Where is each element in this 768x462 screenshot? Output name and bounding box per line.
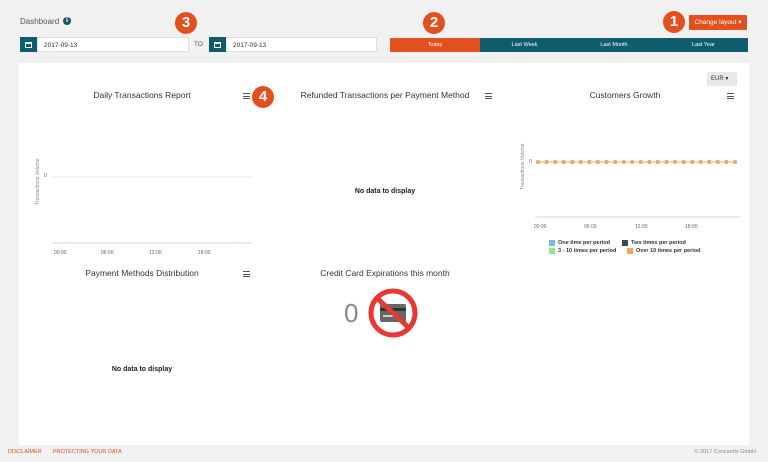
payment-chart-menu-icon[interactable] xyxy=(243,271,250,277)
daily-chart-plot xyxy=(52,176,252,244)
refunded-transactions-title: Refunded Transactions per Payment Method xyxy=(300,90,470,100)
series-point[interactable] xyxy=(716,160,720,164)
series-point[interactable] xyxy=(536,160,540,164)
payment-no-data: No data to display xyxy=(111,366,173,373)
info-icon[interactable]: i xyxy=(63,17,71,25)
legend-swatch xyxy=(622,240,628,246)
daily-x-tick: 12:00 xyxy=(149,250,162,256)
date-to-value: 2017-09-13 xyxy=(233,42,267,49)
step-badge-1: 1 xyxy=(663,11,685,33)
credit-card-expirations-title: Credit Card Expirations this month xyxy=(320,268,450,278)
copyright-text: © 2017 Concardis GmbH xyxy=(694,449,756,455)
credit-card-expirations-count: 0 xyxy=(344,298,359,328)
series-point[interactable] xyxy=(647,160,651,164)
dashboard-panel xyxy=(19,63,749,445)
series-point[interactable] xyxy=(622,160,626,164)
legend-item[interactable]: 3 - 10 times per period xyxy=(549,248,616,254)
series-point[interactable] xyxy=(673,160,677,164)
refunded-chart-menu-icon[interactable] xyxy=(485,93,492,99)
legend-item[interactable]: Two times per period xyxy=(622,240,686,246)
legend-label: 3 - 10 times per period xyxy=(558,248,617,254)
legend-item[interactable]: One time per period xyxy=(549,240,610,246)
customers-y-tick: 0 xyxy=(529,159,532,165)
currency-value: EUR xyxy=(711,76,724,82)
legend-label: Over 10 times per period xyxy=(636,248,701,254)
step-badge-3: 3 xyxy=(175,12,197,34)
calendar-icon[interactable] xyxy=(20,37,37,52)
customers-growth-title: Customers Growth xyxy=(589,90,661,100)
legend-swatch xyxy=(549,248,555,254)
customers-chart-menu-icon[interactable] xyxy=(727,93,734,99)
daily-y-axis-title: Transactions Volume xyxy=(35,158,41,205)
series-point[interactable] xyxy=(562,160,566,164)
daily-x-tick: 18:00 xyxy=(198,250,211,256)
change-layout-button[interactable]: Change layout ▾ xyxy=(689,15,747,30)
series-point[interactable] xyxy=(579,160,583,164)
series-point[interactable] xyxy=(690,160,694,164)
step-badge-4: 4 xyxy=(252,86,274,108)
series-point[interactable] xyxy=(656,160,660,164)
legend-swatch xyxy=(549,240,555,246)
date-to-field[interactable]: 2017-09-13 xyxy=(226,37,377,52)
date-from-field[interactable]: 2017-09-13 xyxy=(37,37,189,52)
no-credit-card-icon xyxy=(368,288,418,338)
protecting-data-link[interactable]: PROTECTING YOUR DATA xyxy=(53,449,122,455)
daily-transactions-title: Daily Transactions Report xyxy=(93,90,191,100)
daily-y-tick: 0 xyxy=(44,173,47,179)
date-from-value: 2017-09-13 xyxy=(44,42,78,49)
daily-chart-menu-icon[interactable] xyxy=(243,93,250,99)
series-point[interactable] xyxy=(682,160,686,164)
customers-x-tick: 18:00 xyxy=(685,224,698,230)
range-last-year-button[interactable]: Last Year xyxy=(659,38,748,52)
series-point[interactable] xyxy=(707,160,711,164)
payment-methods-title: Payment Methods Distribution xyxy=(85,268,199,278)
series-point[interactable] xyxy=(724,160,729,164)
series-point[interactable] xyxy=(699,160,703,164)
refunded-no-data: No data to display xyxy=(354,188,416,195)
series-point[interactable] xyxy=(604,160,609,164)
series-point[interactable] xyxy=(570,160,574,164)
series-point[interactable] xyxy=(553,160,557,164)
series-point[interactable] xyxy=(544,160,549,164)
step-badge-2: 2 xyxy=(423,12,445,34)
legend-item[interactable]: Over 10 times per period xyxy=(627,248,701,254)
legend-label: One time per period xyxy=(558,240,610,246)
customers-x-tick: 00:00 xyxy=(534,224,547,230)
series-point[interactable] xyxy=(630,160,634,164)
to-label: TO xyxy=(194,41,203,48)
daily-x-tick: 00:00 xyxy=(54,250,67,256)
customers-x-tick: 06:00 xyxy=(584,224,597,230)
legend-label: Two times per period xyxy=(631,240,686,246)
range-last-month-button[interactable]: Last Month xyxy=(569,38,659,52)
customers-x-tick: 12:00 xyxy=(635,224,648,230)
series-point[interactable] xyxy=(596,160,600,164)
series-point[interactable] xyxy=(613,160,617,164)
daily-x-tick: 06:00 xyxy=(101,250,114,256)
customers-y-axis-title: Transactions Volume xyxy=(520,143,526,190)
range-today-button[interactable]: Today xyxy=(390,38,480,52)
series-point[interactable] xyxy=(733,160,737,164)
series-point[interactable] xyxy=(664,160,669,164)
series-point[interactable] xyxy=(587,160,591,164)
range-last-week-button[interactable]: Last Week xyxy=(480,38,569,52)
series-point[interactable] xyxy=(639,160,643,164)
customers-chart-plot xyxy=(535,160,740,218)
legend-swatch xyxy=(627,248,633,254)
calendar-icon[interactable] xyxy=(209,37,226,52)
page-title: Dashboard xyxy=(20,17,60,26)
currency-select[interactable]: EUR ▾ xyxy=(707,72,737,86)
disclaimer-link[interactable]: DISCLAIMER xyxy=(8,449,42,455)
